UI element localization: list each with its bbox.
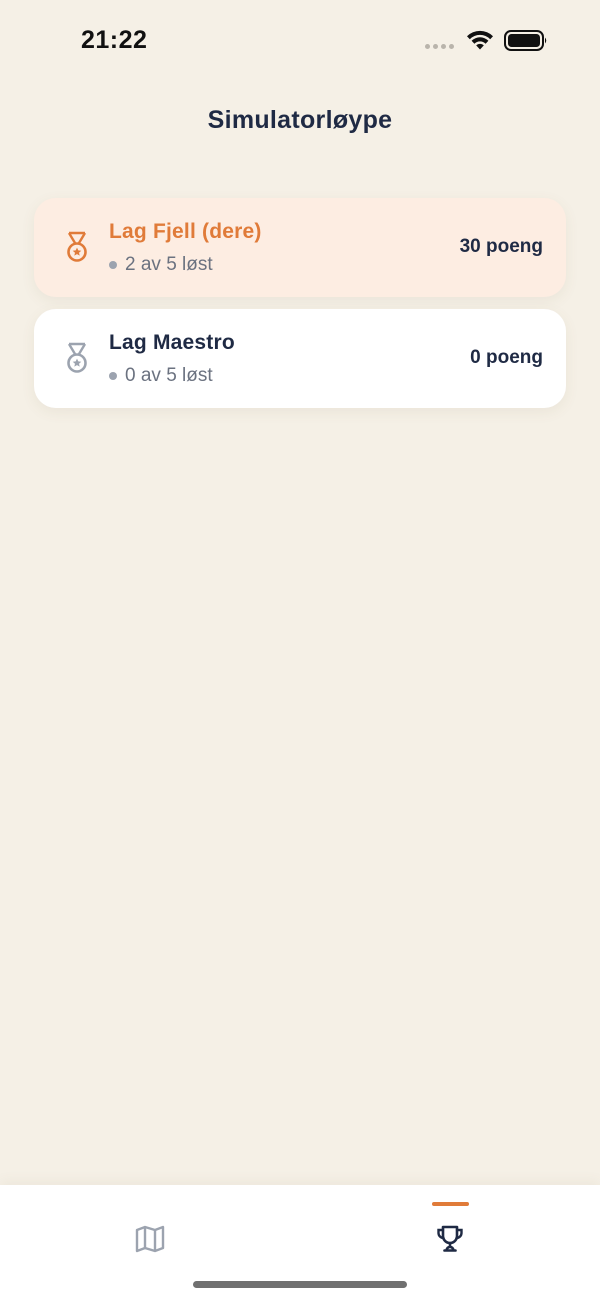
team-progress: 0 av 5 løst [109,365,213,387]
trophy-icon[interactable] [434,1223,466,1255]
active-tab-indicator [432,1202,469,1206]
team-progress: 2 av 5 løst [109,254,213,276]
team-name: Lag Fjell (dere) [109,220,262,243]
team-points: 30 poeng [459,236,543,257]
home-indicator[interactable] [193,1281,407,1288]
team-card-lag-maestro[interactable]: Lag Maestro 0 av 5 løst 0 poeng [34,309,566,408]
page-title: Simulatorløype [207,106,393,134]
team-card-lag-fjell[interactable]: Lag Fjell (dere) 2 av 5 løst 30 poeng [34,198,566,297]
status-bar: 21:22 [0,0,600,80]
team-points: 0 poeng [470,347,543,368]
progress-dot-icon [109,261,117,269]
cellular-signal-icon [425,44,454,49]
team-progress-text: 2 av 5 løst [125,254,213,275]
silver-medal-icon [67,342,87,373]
leaderboard-screen: 21:22 Simulatorløype Lag Fjell (dere) 2 … [0,0,600,1301]
progress-dot-icon [109,372,117,380]
wifi-icon [467,30,493,50]
team-progress-text: 0 av 5 løst [125,365,213,386]
team-name: Lag Maestro [109,331,235,354]
map-icon[interactable] [134,1223,166,1255]
bottom-tab-bar [0,1185,600,1301]
status-time: 21:22 [81,26,148,54]
battery-icon [504,30,547,51]
bronze-medal-icon [67,231,87,262]
